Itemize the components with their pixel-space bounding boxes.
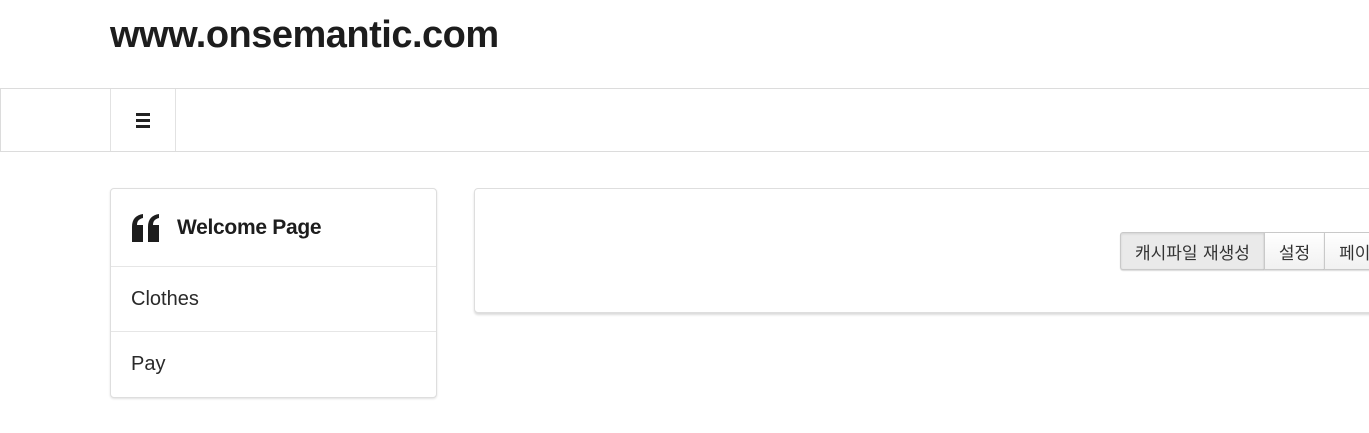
side-menu-item-clothes[interactable]: Clothes	[111, 267, 436, 332]
side-menu-item-pay[interactable]: Pay	[111, 332, 436, 397]
settings-button[interactable]: 설정	[1263, 232, 1325, 270]
side-menu-header-label: Welcome Page	[177, 215, 322, 239]
quote-icon	[131, 211, 163, 245]
side-menu-header[interactable]: Welcome Page	[111, 189, 436, 267]
regenerate-cache-button[interactable]: 캐시파일 재생성	[1120, 232, 1264, 270]
side-menu: Welcome Page Clothes Pay	[110, 188, 437, 398]
top-navbar	[0, 88, 1369, 152]
hamburger-menu-icon	[136, 113, 150, 128]
admin-button-group: 캐시파일 재생성 설정 페이지	[1120, 232, 1369, 270]
content-panel: 캐시파일 재생성 설정 페이지	[474, 188, 1369, 313]
page-button[interactable]: 페이지	[1324, 232, 1369, 270]
site-title: www.onsemantic.com	[110, 14, 499, 56]
menu-toggle-button[interactable]	[110, 89, 176, 151]
